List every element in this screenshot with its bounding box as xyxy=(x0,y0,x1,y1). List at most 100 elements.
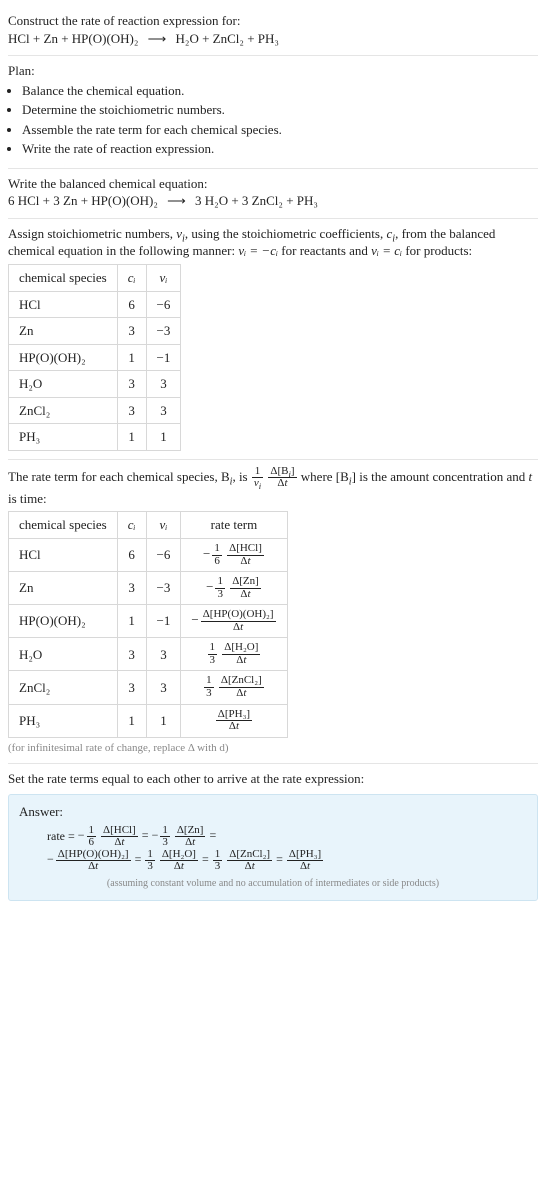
answer-box: Answer: rate = −16 Δ[HCl]Δt = −13 Δ[Zn]Δ… xyxy=(8,794,538,901)
balanced-rhs: 3 H₂O + 3 ZnCl₂ + PH₃ xyxy=(195,193,318,208)
table-row: H₂O3313 Δ[H₂O]Δt xyxy=(9,638,288,671)
table2-caption: (for infinitesimal rate of change, repla… xyxy=(8,741,538,756)
cell-c: 3 xyxy=(117,318,146,345)
th-rateterm: rate term xyxy=(181,512,287,539)
table-row: H₂O33 xyxy=(9,371,181,398)
minus-sign: − xyxy=(152,828,159,842)
minus-sign: − xyxy=(206,579,213,594)
cell-species: ZnCl₂ xyxy=(9,671,118,704)
cell-rateterm: −16 Δ[HCl]Δt xyxy=(181,539,287,572)
cell-c: 1 xyxy=(117,344,146,371)
table-row: ZnCl₂3313 Δ[ZnCl₂]Δt xyxy=(9,671,288,704)
table-row: HP(O)(OH)₂1−1−Δ[HP(O)(OH)₂]Δt xyxy=(9,605,288,638)
rateterm-table: chemical species cᵢ νᵢ rate term HCl6−6−… xyxy=(8,511,288,737)
stoich-table: chemical species cᵢ νᵢ HCl6−6Zn3−3HP(O)(… xyxy=(8,264,181,451)
frac-one-over-nu: 1νi xyxy=(252,466,263,490)
cell-rateterm: 13 Δ[H₂O]Δt xyxy=(181,638,287,671)
balanced-title: Write the balanced chemical equation: xyxy=(8,175,538,193)
table-row: PH₃11Δ[PH₃]Δt xyxy=(9,704,288,737)
minus-sign: − xyxy=(203,546,210,561)
rateterm-intro: The rate term for each chemical species,… xyxy=(8,466,538,508)
cell-species: PH₃ xyxy=(9,424,118,451)
table-row: HP(O)(OH)₂1−1 xyxy=(9,344,181,371)
setequal-section: Set the rate terms equal to each other t… xyxy=(8,764,538,909)
fraction: 13 xyxy=(204,675,214,699)
fraction: 16 xyxy=(212,543,222,567)
setequal-text: Set the rate terms equal to each other t… xyxy=(8,770,538,788)
cell-species: HCl xyxy=(9,291,118,318)
arrow-icon: ⟶ xyxy=(148,30,167,48)
fraction: Δ[HCl]Δt xyxy=(101,825,138,849)
fraction: Δ[H₂O]Δt xyxy=(160,849,198,873)
fraction: Δ[PH₃]Δt xyxy=(287,849,323,873)
prompt-title: Construct the rate of reaction expressio… xyxy=(8,12,538,30)
cell-c: 1 xyxy=(117,424,146,451)
prompt-section: Construct the rate of reaction expressio… xyxy=(8,6,538,56)
plan-item: Assemble the rate term for each chemical… xyxy=(22,121,538,139)
cell-c: 3 xyxy=(117,572,146,605)
answer-lead: rate = xyxy=(47,828,78,842)
cell-nu: 1 xyxy=(146,704,181,737)
table-row: Zn3−3−13 Δ[Zn]Δt xyxy=(9,572,288,605)
cell-c: 3 xyxy=(117,397,146,424)
balanced-lhs: 6 HCl + 3 Zn + HP(O)(OH)₂ xyxy=(8,193,158,208)
cell-nu: −1 xyxy=(146,344,181,371)
assign-section: Assign stoichiometric numbers, νi, using… xyxy=(8,219,538,460)
fraction: 16 xyxy=(87,825,97,849)
answer-label: Answer: xyxy=(19,803,527,821)
plan-title: Plan: xyxy=(8,62,538,80)
answer-expression: rate = −16 Δ[HCl]Δt = −13 Δ[Zn]Δt = −Δ[H… xyxy=(47,825,527,873)
th-species: chemical species xyxy=(9,265,118,292)
fraction: Δ[Zn]Δt xyxy=(230,576,261,600)
plan-list: Balance the chemical equation. Determine… xyxy=(8,82,538,158)
cell-c: 1 xyxy=(117,704,146,737)
minus-sign: − xyxy=(47,852,54,866)
cell-rateterm: −13 Δ[Zn]Δt xyxy=(181,572,287,605)
cell-nu: −1 xyxy=(146,605,181,638)
cell-nu: −6 xyxy=(146,539,181,572)
minus-sign: − xyxy=(191,612,198,627)
fraction: Δ[Zn]Δt xyxy=(175,825,206,849)
cell-nu: 3 xyxy=(146,671,181,704)
rateterm-section: The rate term for each chemical species,… xyxy=(8,460,538,765)
answer-note: (assuming constant volume and no accumul… xyxy=(19,877,527,891)
cell-rateterm: Δ[PH₃]Δt xyxy=(181,704,287,737)
th-c: cᵢ xyxy=(117,512,146,539)
fraction: 13 xyxy=(145,849,155,873)
fraction: Δ[PH₃]Δt xyxy=(216,709,252,733)
table-row: Zn3−3 xyxy=(9,318,181,345)
cell-nu: 3 xyxy=(146,371,181,398)
frac-deltaB: Δ[Bi]Δt xyxy=(268,466,296,490)
fraction: Δ[HP(O)(OH)₂]Δt xyxy=(56,849,131,873)
plan-item: Balance the chemical equation. xyxy=(22,82,538,100)
fraction: Δ[ZnCl₂]Δt xyxy=(219,675,264,699)
fraction: 13 xyxy=(213,849,223,873)
cell-nu: 3 xyxy=(146,638,181,671)
fraction: 13 xyxy=(160,825,170,849)
assign-text: Assign stoichiometric numbers, νi, using… xyxy=(8,225,538,260)
table-row: HCl6−6 xyxy=(9,291,181,318)
arrow-icon: ⟶ xyxy=(167,192,186,210)
prompt-rhs: H₂O + ZnCl₂ + PH₃ xyxy=(176,31,279,46)
cell-nu: −3 xyxy=(146,572,181,605)
balanced-equation: 6 HCl + 3 Zn + HP(O)(OH)₂ ⟶ 3 H₂O + 3 Zn… xyxy=(8,192,538,210)
cell-species: HP(O)(OH)₂ xyxy=(9,344,118,371)
cell-c: 3 xyxy=(117,671,146,704)
cell-nu: 3 xyxy=(146,397,181,424)
plan-section: Plan: Balance the chemical equation. Det… xyxy=(8,56,538,169)
cell-nu: −6 xyxy=(146,291,181,318)
cell-species: HCl xyxy=(9,539,118,572)
fraction: Δ[ZnCl₂]Δt xyxy=(227,849,272,873)
balanced-section: Write the balanced chemical equation: 6 … xyxy=(8,169,538,219)
cell-species: PH₃ xyxy=(9,704,118,737)
cell-c: 6 xyxy=(117,291,146,318)
prompt-equation: HCl + Zn + HP(O)(OH)₂ ⟶ H₂O + ZnCl₂ + PH… xyxy=(8,30,538,48)
cell-species: HP(O)(OH)₂ xyxy=(9,605,118,638)
table-row: HCl6−6−16 Δ[HCl]Δt xyxy=(9,539,288,572)
cell-c: 3 xyxy=(117,371,146,398)
fraction: Δ[HP(O)(OH)₂]Δt xyxy=(201,609,276,633)
cell-nu: −3 xyxy=(146,318,181,345)
cell-nu: 1 xyxy=(146,424,181,451)
prompt-lhs: HCl + Zn + HP(O)(OH)₂ xyxy=(8,31,138,46)
fraction: 13 xyxy=(208,642,218,666)
